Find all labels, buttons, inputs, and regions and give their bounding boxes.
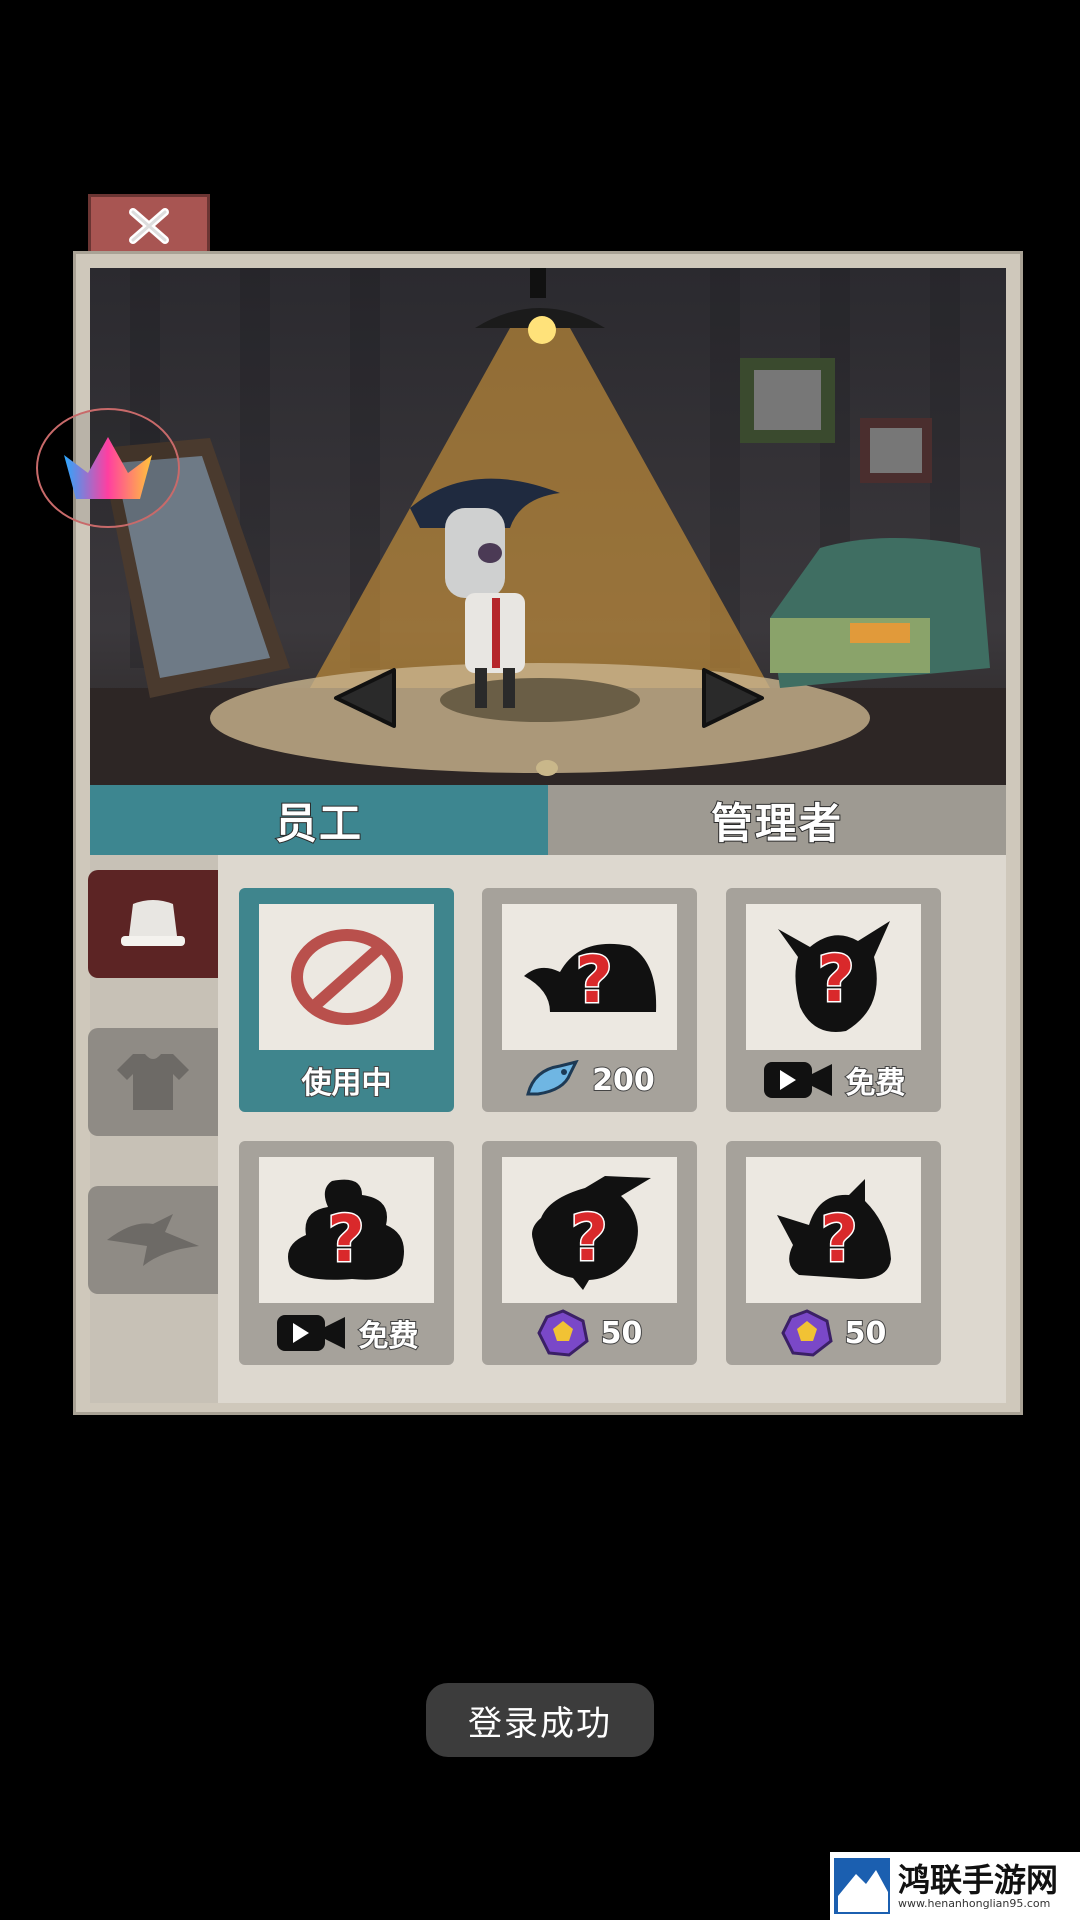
hat-icon	[121, 900, 185, 946]
item-price: 50	[482, 1309, 697, 1357]
close-button[interactable]	[88, 194, 210, 254]
none-icon	[290, 929, 403, 1025]
item-card[interactable]: ? 50	[726, 1141, 941, 1365]
item-preview: ?	[502, 904, 677, 1050]
item-card[interactable]: ? 50	[482, 1141, 697, 1365]
category-shirt-button[interactable]	[88, 1028, 218, 1136]
next-character-button[interactable]	[698, 666, 768, 734]
item-price: 50	[726, 1309, 941, 1357]
item-preview: ?	[259, 1157, 434, 1303]
item-price-text: 200	[591, 1062, 656, 1099]
login-success-toast: 登录成功	[426, 1683, 654, 1757]
item-price: 200	[482, 1056, 697, 1104]
gem-icon	[780, 1309, 833, 1357]
item-preview: ?	[746, 1157, 921, 1303]
svg-text:?: ?	[820, 1203, 857, 1277]
video-icon	[276, 1315, 345, 1351]
item-price-text: 免费	[845, 1065, 907, 1102]
arrow-right-icon	[702, 668, 764, 728]
item-price: 免费	[239, 1309, 454, 1357]
item-status: 使用中	[239, 1056, 454, 1104]
tab-staff-label: 员工	[274, 798, 363, 849]
helmet-silhouette-icon: ?	[523, 943, 656, 1020]
previous-character-button[interactable]	[330, 666, 400, 734]
video-icon	[763, 1062, 832, 1098]
arrow-left-icon	[334, 668, 396, 728]
vip-crown-button[interactable]	[36, 408, 180, 528]
category-accessory-button[interactable]	[88, 1186, 218, 1294]
wing-icon	[107, 1214, 199, 1266]
item-price: 免费	[726, 1056, 941, 1104]
character-preview	[90, 268, 1006, 785]
svg-text:?: ?	[570, 1202, 607, 1276]
watermark-url: www.henanhonglian95.com	[898, 1896, 1051, 1910]
item-status-text: 使用中	[301, 1065, 393, 1102]
item-card[interactable]: ? 免费	[239, 1141, 454, 1365]
watermark-logo-icon	[834, 1858, 890, 1914]
svg-text:?: ?	[327, 1203, 364, 1277]
item-price-text: 50	[844, 1315, 888, 1352]
item-preview: ?	[746, 904, 921, 1050]
shirt-icon	[117, 1054, 189, 1110]
bunny-hood-silhouette-icon: ?	[776, 1179, 891, 1279]
tab-staff[interactable]: 员工	[90, 785, 548, 855]
crown-icon	[64, 437, 152, 499]
fish-icon	[526, 1060, 579, 1096]
item-card[interactable]: ? 免费	[726, 888, 941, 1112]
item-card-default[interactable]: 使用中	[239, 888, 454, 1112]
close-icon	[129, 207, 169, 244]
item-card[interactable]: ? 200	[482, 888, 697, 1112]
watermark: 鸿联手游网 www.henanhonglian95.com	[830, 1852, 1080, 1920]
tab-manager-label: 管理者	[710, 798, 843, 849]
item-preview	[259, 904, 434, 1050]
watermark-title: 鸿联手游网	[898, 1860, 1059, 1899]
item-preview: ?	[502, 1157, 677, 1303]
tab-manager[interactable]: 管理者	[548, 785, 1006, 855]
page-indicator-dot	[536, 760, 558, 776]
category-hat-button[interactable]	[88, 870, 218, 978]
svg-text:?: ?	[575, 944, 612, 1018]
swirl-hat-silhouette-icon: ?	[287, 1179, 404, 1280]
item-price-text: 50	[600, 1315, 644, 1352]
toast-text: 登录成功	[468, 1703, 612, 1744]
horned-hood-silhouette-icon: ?	[777, 921, 890, 1032]
bird-hat-silhouette-icon: ?	[531, 1176, 651, 1290]
item-price-text: 免费	[358, 1318, 420, 1355]
svg-text:?: ?	[817, 943, 854, 1017]
gem-icon	[536, 1309, 589, 1357]
